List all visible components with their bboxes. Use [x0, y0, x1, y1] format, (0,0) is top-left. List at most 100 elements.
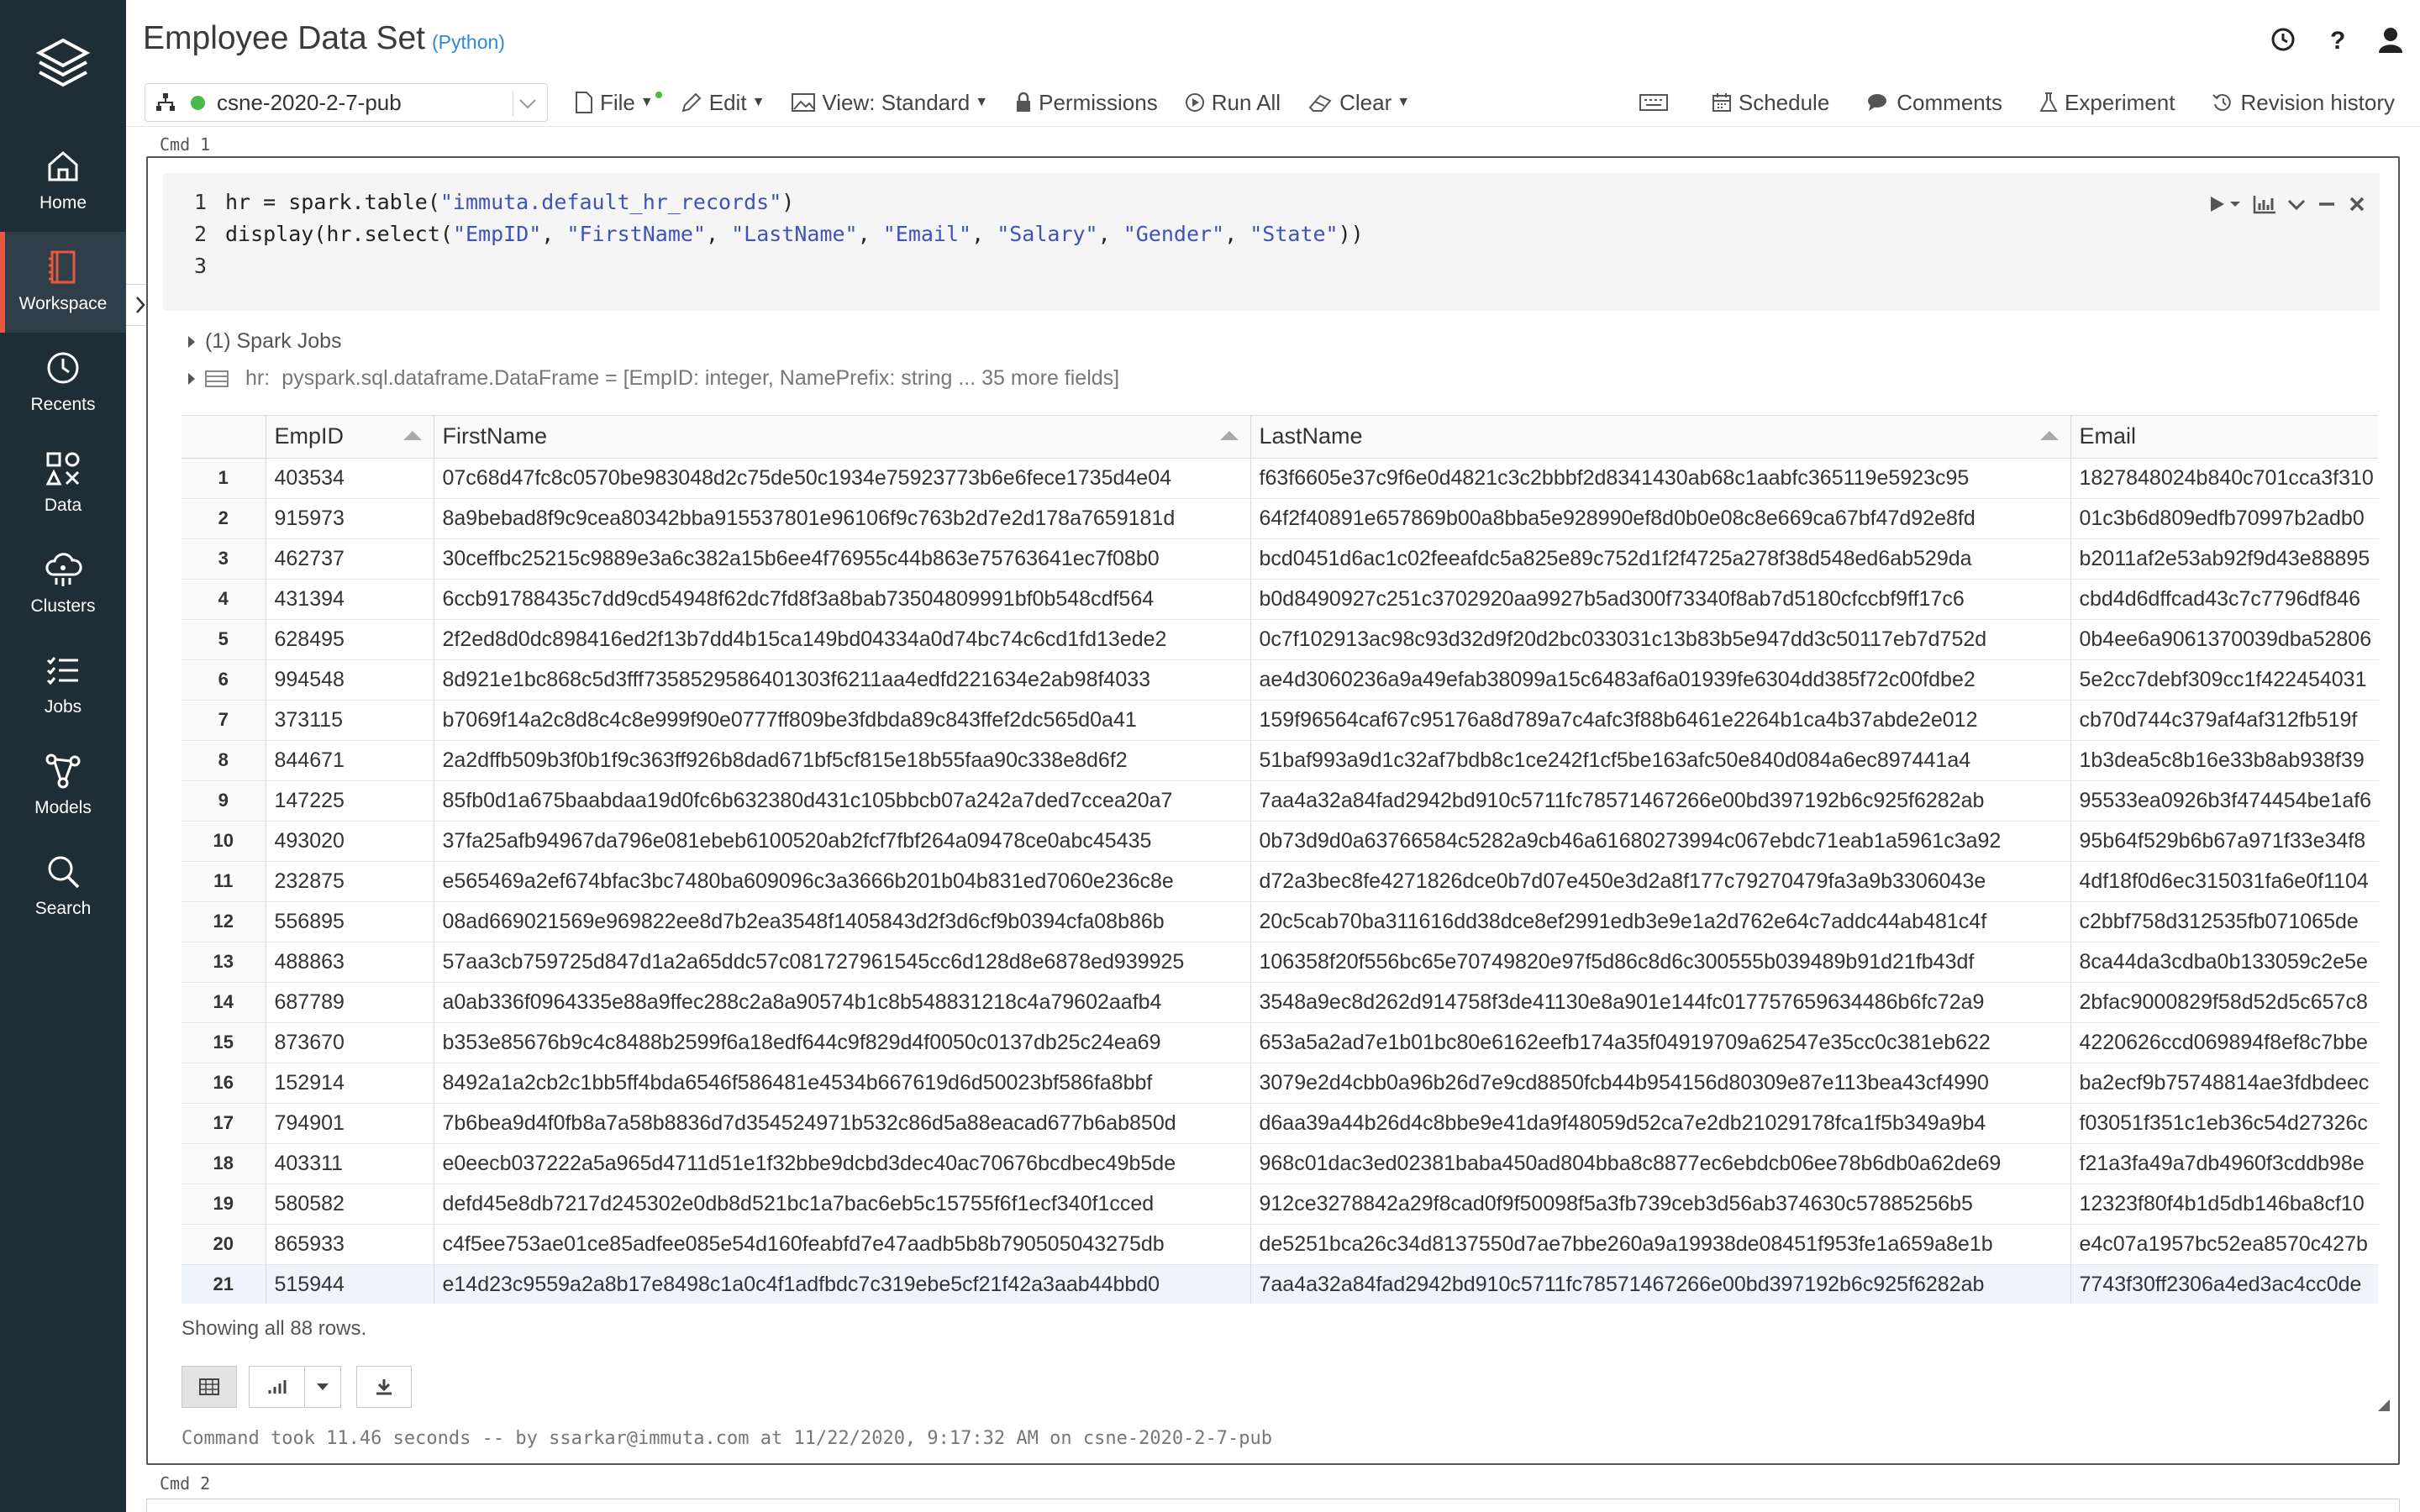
table-row[interactable]: 18 403311 e0eecb037222a5a965d4711d51e1f32b… [182, 1143, 2378, 1184]
image-icon [792, 93, 816, 112]
sidebar-item-recents[interactable]: Recents [0, 333, 126, 433]
cluster-select[interactable]: csne-2020-2-7-pub [145, 83, 548, 122]
chart-view-button[interactable] [249, 1366, 304, 1408]
row-index: 12 [182, 901, 266, 942]
run-all-button[interactable]: Run All [1185, 90, 1281, 116]
cell-empid: 488863 [266, 942, 434, 983]
code-line: 3 [163, 250, 2380, 282]
cell-firstname: b7069f14a2c8d8c4c8e999f90e0777ff809be3fd… [434, 700, 1251, 741]
cell-email: 2bfac9000829f58d52d5c657c8 [2070, 982, 2378, 1023]
results-table-container[interactable]: EmpID FirstName LastName Email 1 403534 07c68… [182, 415, 2378, 1304]
table-row[interactable]: 5 628495 2f2ed8d0dc898416ed2f13b7dd4b15ca1… [182, 619, 2378, 660]
table-row[interactable]: 2 915973 8a9bebad8f9c9cea80342bba915537801… [182, 498, 2378, 539]
table-view-button[interactable] [182, 1366, 237, 1408]
user-icon[interactable] [2376, 25, 2405, 54]
chart-icon[interactable] [2252, 193, 2277, 215]
code-text: )) [1338, 222, 1364, 246]
table-row[interactable]: 21 515944 e14d23c9559a2a8b17e8498c1a0c4f1a… [182, 1264, 2378, 1304]
sidebar-item-workspace[interactable]: Workspace [0, 232, 126, 333]
clear-menu[interactable]: Clear ▼ [1307, 90, 1410, 116]
resize-handle-icon[interactable] [2375, 1396, 2391, 1413]
sidebar-item-clusters[interactable]: Clusters [0, 534, 126, 635]
table-row[interactable]: 11 232875 e565469a2ef674bfac3bc7480ba60909… [182, 861, 2378, 902]
databricks-logo[interactable] [34, 35, 92, 96]
cell-email: cb70d744c379af4af312fb519f [2070, 700, 2378, 741]
cell-firstname: a0ab336f0964335e88a9ffec288c2a8a90574b1c… [434, 982, 1251, 1023]
revision-history-button[interactable]: Revision history [2212, 90, 2395, 116]
play-circle-icon [1185, 93, 1204, 112]
cell-lastname: d72a3bec8fe4271826dce0b7d07e450e3d2a8f17… [1250, 861, 2071, 902]
revision-history-label: Revision history [2240, 89, 2395, 115]
cell-firstname: c4f5ee753ae01ce85adfee085e54d160feabfd7e… [434, 1224, 1251, 1265]
table-row[interactable]: 7 373115 b7069f14a2c8d8c4c8e999f90e0777ff8… [182, 700, 2378, 741]
column-header-lastname[interactable]: LastName [1250, 416, 2071, 459]
file-menu[interactable]: File ▼ [575, 90, 662, 116]
table-row[interactable]: 19 580582 defd45e8db7217d245302e0db8d521bc… [182, 1184, 2378, 1225]
column-header-empid[interactable]: EmpID [266, 416, 434, 459]
table-row[interactable]: 14 687789 a0ab336f0964335e88a9ffec288c2a8a… [182, 982, 2378, 1023]
code-comma: , [857, 222, 883, 246]
sidebar: Home Workspace Recents Data Clusters Jobs Mode… [0, 0, 126, 1512]
code-line: 2 display(hr.select("EmpID", "FirstName",… [163, 218, 2380, 250]
notebook-cell[interactable]: 1 hr = spark.table("immuta.default_hr_rec… [146, 156, 2400, 1465]
close-icon[interactable] [2346, 193, 2368, 215]
sidebar-item-models[interactable]: Models [0, 736, 126, 837]
sort-icon[interactable] [1219, 431, 1239, 440]
code-line: 1 hr = spark.table("immuta.default_hr_rec… [163, 186, 2380, 218]
table-row[interactable]: 12 556895 08ad669021569e969822ee8d7b2ea354… [182, 901, 2378, 942]
code-editor[interactable]: 1 hr = spark.table("immuta.default_hr_rec… [163, 173, 2380, 311]
table-row[interactable]: 10 493020 37fa25afb94967da796e081ebeb61005… [182, 821, 2378, 862]
comments-button[interactable]: Comments [1866, 90, 2002, 116]
table-icon [199, 1378, 219, 1395]
row-index: 21 [182, 1264, 266, 1304]
cell-email: 1827848024b840c701cca3f310 [2070, 458, 2378, 499]
view-menu[interactable]: View: Standard ▼ [792, 90, 988, 116]
notebook-toolbar: csne-2020-2-7-pub File ▼ Edit ▼ View: Stan… [145, 81, 2420, 124]
cell-empid: 994548 [266, 659, 434, 701]
table-row[interactable]: 3 462737 30ceffbc25215c9889e3a6c382a15b6ee… [182, 538, 2378, 580]
sidebar-item-home[interactable]: Home [0, 131, 126, 232]
minimize-icon[interactable] [2316, 193, 2338, 215]
row-index: 17 [182, 1103, 266, 1144]
edit-menu[interactable]: Edit ▼ [681, 90, 765, 116]
sidebar-item-search[interactable]: Search [0, 837, 126, 937]
comments-icon [1868, 94, 1887, 111]
sort-icon[interactable] [402, 431, 422, 440]
table-row[interactable]: 4 431394 6ccb91788435c7dd9cd54948f62dc7fd8… [182, 579, 2378, 620]
help-icon[interactable]: ? [2323, 25, 2351, 55]
keyboard-shortcuts-button[interactable] [1639, 93, 1675, 112]
download-button[interactable] [356, 1366, 412, 1408]
chevron-down-icon[interactable] [2286, 193, 2307, 215]
experiment-button[interactable]: Experiment [2039, 90, 2175, 116]
cell-lastname: 0c7f102913ac98c93d32d9f20d2bc033031c13b8… [1250, 619, 2071, 660]
sidebar-item-jobs[interactable]: Jobs [0, 635, 126, 736]
table-row[interactable]: 16 152914 8492a1a2cb2c1bb5ff4bda6546f58648… [182, 1063, 2378, 1104]
column-header-email[interactable]: Email [2070, 416, 2378, 459]
sidebar-item-data[interactable]: Data [0, 433, 126, 534]
row-index-header [182, 416, 266, 459]
eraser-icon [1308, 94, 1332, 112]
table-row[interactable]: 6 994548 8d921e1bc868c5d3fff73585295864013… [182, 659, 2378, 701]
cell-firstname: 6ccb91788435c7dd9cd54948f62dc7fd8f3a8bab… [434, 579, 1251, 620]
dataframe-schema-toggle[interactable]: hr: pyspark.sql.dataframe.DataFrame = [E… [188, 366, 1119, 391]
notebook-cell[interactable] [146, 1499, 2400, 1512]
table-row[interactable]: 17 794901 7b6bea9d4f0fb8a7a58b8836d7d35452… [182, 1103, 2378, 1144]
table-row[interactable]: 1 403534 07c68d47fc8c0570be983048d2c75de50… [182, 458, 2378, 499]
spark-jobs-toggle[interactable]: (1) Spark Jobs [188, 329, 342, 354]
schedule-button[interactable]: Schedule [1712, 90, 1829, 116]
chart-options-dropdown[interactable] [304, 1366, 341, 1408]
table-row[interactable]: 9 147225 85fb0d1a675baabdaa19d0fc6b632380d… [182, 780, 2378, 822]
table-row[interactable]: 15 873670 b353e85676b9c4c8488b2599f6a18edf… [182, 1022, 2378, 1063]
permissions-button[interactable]: Permissions [1015, 90, 1158, 116]
table-row[interactable]: 13 488863 57aa3cb759725d847d1a2a65ddc57c08… [182, 942, 2378, 983]
table-row[interactable]: 8 844671 2a2dffb509b3f0b1f9c363ff926b8dad6… [182, 740, 2378, 781]
sort-icon[interactable] [2039, 431, 2059, 440]
caret-down-icon: ▼ [751, 95, 765, 109]
code-text: display(hr.select( [225, 222, 453, 246]
table-row[interactable]: 20 865933 c4f5ee753ae01ce85adfee085e54d160… [182, 1224, 2378, 1265]
notebook-title[interactable]: Employee Data Set (Python) [143, 20, 505, 57]
history-icon[interactable] [2269, 25, 2297, 54]
column-header-firstname[interactable]: FirstName [434, 416, 1251, 459]
run-cell-icon[interactable] [2208, 193, 2244, 215]
cell-lastname: 64f2f40891e657869b00a8bba5e928990ef8d0b0… [1250, 498, 2071, 539]
